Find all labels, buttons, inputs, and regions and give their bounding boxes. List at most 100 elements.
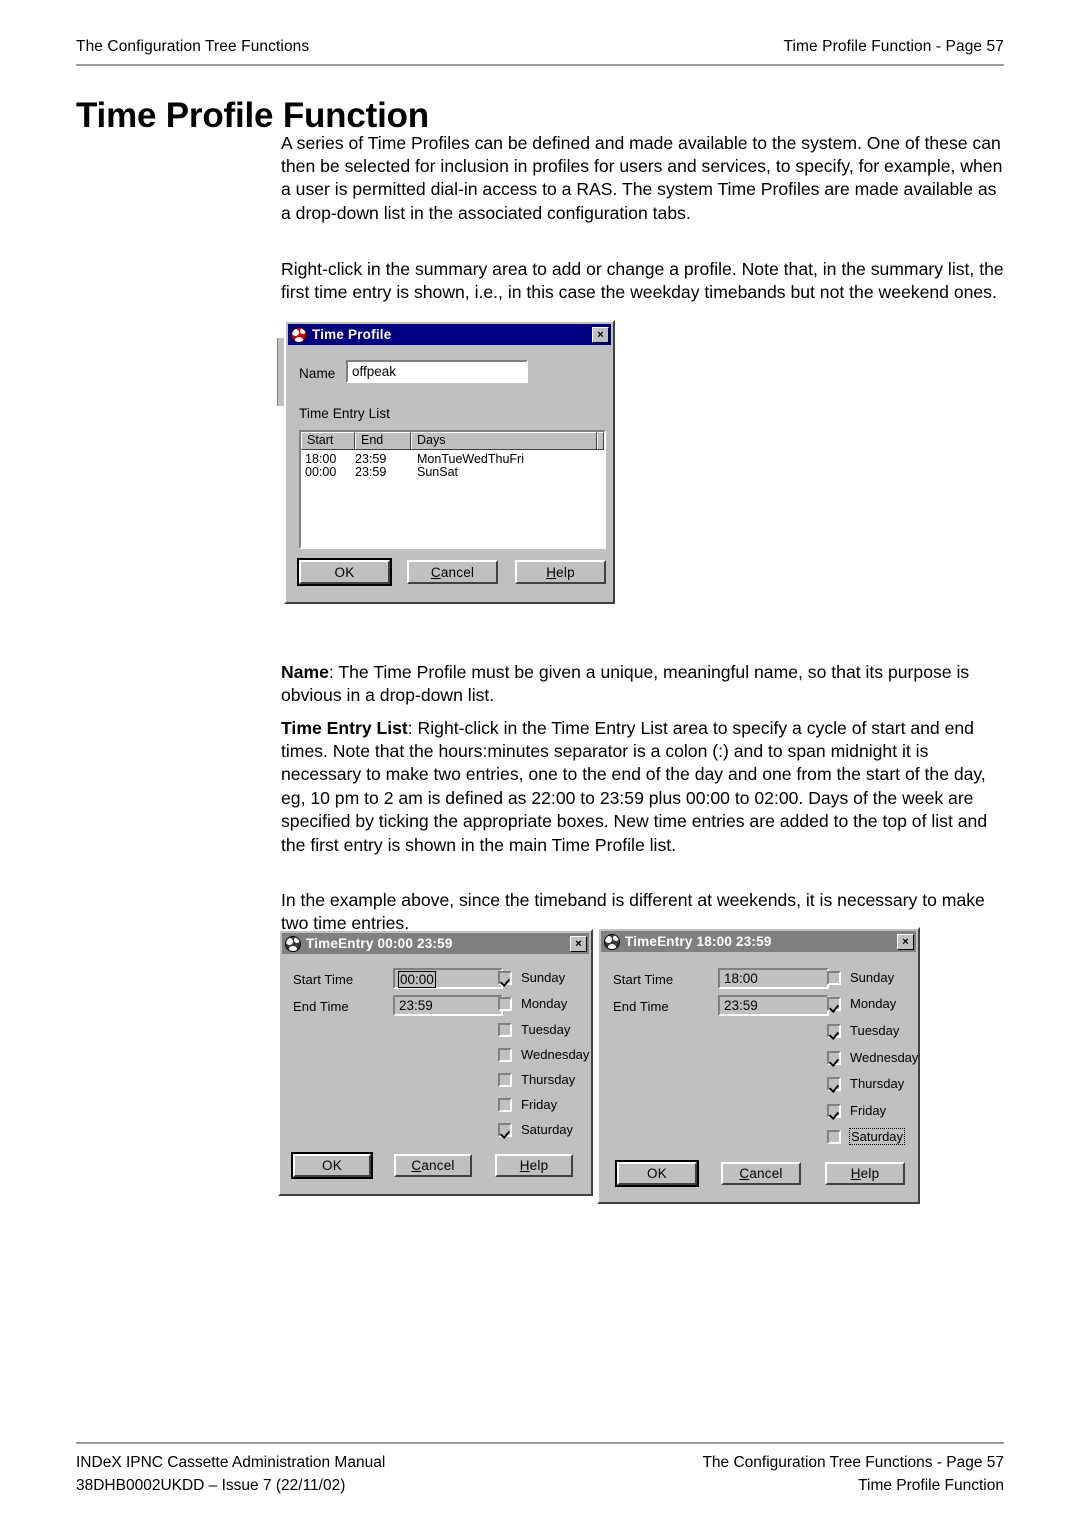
- intro-paragraph: A series of Time Profiles can be defined…: [281, 132, 1003, 223]
- footer-left-line1: INDeX IPNC Cassette Administration Manua…: [76, 1454, 386, 1471]
- time-profile-dialog: Time Profile × Name offpeak Time Entry L…: [284, 320, 615, 604]
- help-label-rest: elp: [860, 1166, 880, 1181]
- time-entry-list-term: Time Entry List: [281, 717, 408, 738]
- checkbox-friday[interactable]: Friday: [827, 1103, 886, 1118]
- name-description-paragraph: Name: The Time Profile must be given a u…: [281, 661, 1005, 708]
- cancel-label-rest: ancel: [440, 564, 475, 580]
- checkbox-box-monday[interactable]: [498, 996, 512, 1011]
- footer-right-line1: The Configuration Tree Functions - Page …: [702, 1454, 1004, 1471]
- ok-button[interactable]: OK: [291, 1152, 373, 1179]
- checkbox-monday[interactable]: Monday: [827, 996, 896, 1011]
- name-input[interactable]: offpeak: [346, 360, 528, 383]
- help-mnemonic: H: [850, 1166, 861, 1181]
- end-time-input[interactable]: 23:59: [393, 995, 503, 1016]
- cancel-button[interactable]: Cancel: [394, 1154, 472, 1177]
- checkbox-box-monday[interactable]: [827, 996, 841, 1011]
- checkbox-box-wednesday[interactable]: [498, 1047, 512, 1062]
- ok-button[interactable]: OK: [297, 558, 392, 586]
- checkbox-label-saturday: Saturday: [521, 1122, 574, 1137]
- row-start: 00:00: [305, 465, 337, 479]
- checkbox-box-tuesday[interactable]: [498, 1022, 512, 1037]
- checkbox-box-wednesday[interactable]: [827, 1050, 841, 1065]
- page-header: The Configuration Tree Functions Time Pr…: [76, 38, 1004, 56]
- column-header-end[interactable]: End: [355, 432, 411, 450]
- checkbox-box-tuesday[interactable]: [827, 1023, 841, 1038]
- cancel-button[interactable]: Cancel: [407, 560, 498, 584]
- row-end: 23:59: [355, 465, 387, 479]
- timeentry-left-titlebar: TimeEntry 00:00 23:59 ×: [282, 933, 589, 954]
- time-entry-list-label: Time Entry List: [299, 406, 391, 421]
- checkbox-thursday[interactable]: Thursday: [498, 1072, 575, 1087]
- checkbox-saturday[interactable]: Saturday: [827, 1128, 906, 1145]
- rightclick-paragraph: Right-click in the summary area to add o…: [281, 258, 1004, 302]
- name-term: Name: [281, 661, 329, 682]
- cancel-label-rest: ancel: [749, 1166, 783, 1181]
- end-time-input[interactable]: 23:59: [718, 995, 829, 1016]
- start-time-value: 18:00: [724, 971, 758, 986]
- checkbox-friday[interactable]: Friday: [498, 1097, 557, 1112]
- checkbox-sunday[interactable]: Sunday: [498, 970, 565, 985]
- row-days: SunSat: [417, 465, 459, 479]
- cancel-mnemonic: C: [430, 564, 441, 580]
- time-profile-title: Time Profile: [312, 327, 392, 342]
- table-row[interactable]: 00:00 23:59 SunSat: [301, 466, 604, 479]
- checkbox-label-thursday: Thursday: [850, 1076, 905, 1091]
- cancel-button[interactable]: Cancel: [721, 1162, 801, 1185]
- timeentry-left-button-row: OK Cancel Help: [291, 1152, 573, 1179]
- help-mnemonic: H: [519, 1158, 530, 1173]
- start-time-label: Start Time: [293, 972, 354, 987]
- help-mnemonic: H: [546, 564, 557, 580]
- checkbox-thursday[interactable]: Thursday: [827, 1076, 904, 1091]
- checkbox-wednesday[interactable]: Wednesday: [827, 1050, 918, 1065]
- column-header-days[interactable]: Days: [411, 432, 597, 450]
- footer-right-line2: Time Profile Function: [858, 1477, 1004, 1494]
- time-entry-icon: [604, 933, 620, 950]
- end-time-label: End Time: [293, 999, 349, 1014]
- checkbox-box-friday[interactable]: [498, 1097, 512, 1112]
- column-header-filler: [597, 432, 604, 450]
- checkbox-monday[interactable]: Monday: [498, 996, 567, 1011]
- checkbox-box-sunday[interactable]: [498, 970, 512, 985]
- name-input-value: offpeak: [352, 364, 397, 379]
- help-button[interactable]: Help: [495, 1154, 573, 1177]
- ok-button[interactable]: OK: [615, 1160, 699, 1187]
- checkbox-wednesday[interactable]: Wednesday: [498, 1047, 589, 1062]
- timeentry-right-button-row: OK Cancel Help: [615, 1160, 905, 1187]
- close-icon[interactable]: ×: [897, 933, 914, 950]
- timeentry-dialog-weekday: TimeEntry 18:00 23:59 × Start Time 18:00…: [597, 927, 920, 1204]
- name-description-text: : The Time Profile must be given a uniqu…: [281, 661, 970, 705]
- end-time-value: 23:59: [724, 998, 758, 1013]
- help-button[interactable]: Help: [825, 1162, 905, 1185]
- checkbox-box-thursday[interactable]: [827, 1076, 841, 1091]
- time-profile-titlebar: Time Profile ×: [288, 324, 611, 345]
- checkbox-box-saturday[interactable]: [498, 1122, 512, 1137]
- checkbox-box-friday[interactable]: [827, 1103, 841, 1118]
- start-time-input[interactable]: 00:00: [393, 968, 503, 989]
- help-button[interactable]: Help: [515, 560, 606, 584]
- start-time-input[interactable]: 18:00: [718, 968, 829, 989]
- checkbox-box-saturday[interactable]: [827, 1129, 841, 1144]
- close-icon[interactable]: ×: [592, 326, 609, 343]
- column-header-start[interactable]: Start: [301, 432, 355, 450]
- time-entry-rows: 18:00 23:59 MonTueWedThuFri 00:00 23:59 …: [301, 450, 604, 479]
- footer-left-line2: 38DHB0002UKDD – Issue 7 (22/11/02): [76, 1477, 346, 1494]
- end-time-label: End Time: [613, 999, 669, 1014]
- checkbox-sunday[interactable]: Sunday: [827, 970, 894, 985]
- checkbox-tuesday[interactable]: Tuesday: [498, 1022, 570, 1037]
- checkbox-tuesday[interactable]: Tuesday: [827, 1023, 899, 1038]
- name-label: Name: [299, 366, 336, 381]
- footer-divider: [76, 1442, 1004, 1444]
- checkbox-box-sunday[interactable]: [827, 970, 841, 985]
- time-entry-list[interactable]: Start End Days 18:00 23:59 MonTueWedThuF…: [299, 430, 606, 549]
- close-icon[interactable]: ×: [570, 935, 587, 952]
- checkbox-saturday[interactable]: Saturday: [498, 1122, 573, 1137]
- checkbox-label-saturday: Saturday: [848, 1128, 906, 1145]
- cancel-mnemonic: C: [411, 1158, 422, 1173]
- checkbox-label-tuesday: Tuesday: [521, 1022, 571, 1037]
- help-label-rest: elp: [529, 1158, 549, 1173]
- timeentry-right-titlebar: TimeEntry 18:00 23:59 ×: [601, 931, 916, 952]
- help-label-rest: elp: [556, 564, 575, 580]
- checkbox-box-thursday[interactable]: [498, 1072, 512, 1087]
- checkbox-label-monday: Monday: [521, 996, 568, 1011]
- footer-right: The Configuration Tree Functions - Page …: [702, 1451, 1004, 1497]
